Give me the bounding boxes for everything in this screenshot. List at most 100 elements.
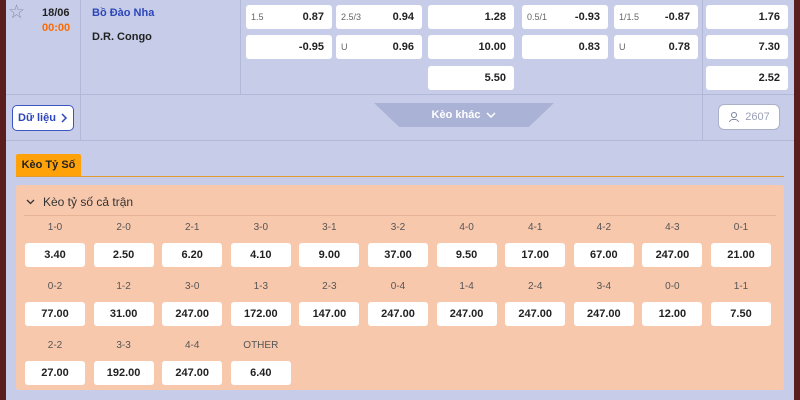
score-label: 3-3 (116, 340, 131, 351)
match-date: 18/06 (42, 7, 70, 19)
score-odds-button[interactable]: 147.00 (299, 302, 360, 326)
score-cell: 3-2 37.00 (368, 222, 428, 272)
score-cell: 2-4 247.00 (505, 281, 566, 331)
odds-button[interactable]: 1/1.5 -0.87 (614, 5, 698, 29)
odds-button[interactable]: 5.50 (428, 66, 514, 90)
team-away: D.R. Congo (92, 31, 152, 43)
row-divider (6, 140, 794, 141)
score-odds-button[interactable]: 21.00 (711, 243, 771, 267)
odds-value: 1.28 (484, 11, 506, 23)
score-label: 0-2 (47, 281, 63, 292)
score-odds-button[interactable]: 17.00 (505, 243, 566, 267)
score-odds-button[interactable]: 247.00 (162, 302, 223, 326)
odds-button[interactable]: 2.52 (706, 66, 788, 90)
odds-value: 1.76 (758, 11, 780, 23)
team-home[interactable]: Bồ Đào Nha (92, 7, 154, 19)
odds-value: -0.95 (298, 41, 324, 53)
score-odds-button[interactable]: 247.00 (162, 361, 223, 385)
panel-header[interactable]: Kèo tỷ số cả trận (26, 195, 133, 209)
more-bets-button[interactable]: Kèo khác (374, 103, 554, 127)
viewer-count-value: 2607 (745, 111, 770, 123)
odds-button[interactable]: U 0.78 (614, 35, 698, 59)
score-odds-button[interactable]: 7.50 (711, 302, 771, 326)
chevron-down-icon (26, 199, 35, 205)
score-odds-button[interactable]: 31.00 (93, 302, 154, 326)
odds-button[interactable]: -0.95 (246, 35, 332, 59)
score-cell: 2-3 147.00 (299, 281, 360, 331)
row-divider (6, 94, 794, 95)
star-icon[interactable]: ☆ (8, 3, 25, 22)
score-cell: 1-4 247.00 (436, 281, 497, 331)
score-cell: 0-1 21.00 (711, 222, 771, 272)
divider (80, 0, 81, 140)
odds-button[interactable]: 1.28 (428, 5, 514, 29)
odds-value: 0.96 (392, 41, 414, 53)
chevron-down-icon (486, 111, 496, 118)
score-odds-button[interactable]: 192.00 (93, 361, 154, 385)
score-cell: 3-0 4.10 (230, 222, 291, 272)
odds-button[interactable]: 7.30 (706, 35, 788, 59)
score-cell: 0-2 77.00 (25, 281, 85, 331)
score-label: 2-1 (184, 222, 200, 233)
score-cell: 1-0 3.40 (25, 222, 85, 272)
panel-divider (24, 215, 776, 216)
score-odds-button[interactable]: 9.50 (436, 243, 497, 267)
odds-handicap: 2.5/3 (341, 12, 362, 22)
user-icon (729, 112, 740, 123)
score-label: 2-4 (527, 281, 543, 292)
divider (240, 0, 241, 95)
score-label: 2-2 (47, 340, 63, 351)
score-label: 3-2 (390, 222, 406, 233)
odds-handicap: 1.5 (251, 12, 264, 22)
score-label: 1-4 (459, 281, 474, 292)
odds-value: 0.83 (578, 41, 600, 53)
odds-button[interactable]: 1.76 (706, 5, 788, 29)
score-odds-button[interactable]: 172.00 (230, 302, 291, 326)
score-odds-button[interactable]: 12.00 (642, 302, 703, 326)
odds-button[interactable]: 2.5/3 0.94 (336, 5, 422, 29)
panel-title: Kèo tỷ số cả trận (43, 195, 134, 209)
score-odds-button[interactable]: 9.00 (299, 243, 360, 267)
odds-handicap: U (341, 42, 348, 52)
score-cell: OTHER 6.40 (230, 340, 291, 390)
odds-button[interactable]: 0.83 (522, 35, 608, 59)
tab-correct-score[interactable]: Kèo Tỷ Số (16, 154, 81, 176)
odds-button[interactable]: 0.5/1 -0.93 (522, 5, 608, 29)
score-odds-button[interactable]: 247.00 (642, 243, 703, 267)
score-cell: 4-1 17.00 (505, 222, 566, 272)
score-odds-button[interactable]: 27.00 (25, 361, 85, 385)
odds-button[interactable]: U 0.96 (336, 35, 422, 59)
score-odds-button[interactable]: 247.00 (505, 302, 566, 326)
score-cell: 4-2 67.00 (573, 222, 634, 272)
score-odds-button[interactable]: 2.50 (93, 243, 154, 267)
score-cell: 0-4 247.00 (368, 281, 428, 331)
score-odds-button[interactable]: 6.40 (230, 361, 291, 385)
odds-value: 0.94 (392, 11, 414, 23)
odds-button[interactable]: 10.00 (428, 35, 514, 59)
score-label: 0-0 (665, 281, 680, 292)
score-odds-button[interactable]: 247.00 (436, 302, 497, 326)
score-odds-button[interactable]: 247.00 (368, 302, 428, 326)
score-cell: 0-0 12.00 (642, 281, 703, 331)
score-odds-button[interactable]: 247.00 (573, 302, 634, 326)
score-odds-button[interactable]: 67.00 (573, 243, 634, 267)
more-bets-label: Kèo khác (431, 109, 481, 121)
odds-button[interactable]: 1.5 0.87 (246, 5, 332, 29)
correct-score-panel: Kèo tỷ số cả trận 1-0 3.40 2-0 2.50 2-1 6.20 3… (16, 185, 784, 390)
score-cell: 1-3 172.00 (230, 281, 291, 331)
data-button[interactable]: Dữ liệu (12, 105, 74, 131)
score-odds-button[interactable]: 37.00 (368, 243, 428, 267)
score-odds-button[interactable]: 77.00 (25, 302, 85, 326)
score-cell: 3-4 247.00 (573, 281, 634, 331)
viewer-count: 2607 (718, 104, 780, 130)
odds-handicap: U (619, 42, 626, 52)
score-label: 4-4 (184, 340, 200, 351)
score-odds-button[interactable]: 3.40 (25, 243, 85, 267)
score-label: 2-0 (116, 222, 131, 233)
score-label: 4-0 (459, 222, 474, 233)
odds-value: -0.87 (664, 11, 690, 23)
score-cell: 4-0 9.50 (436, 222, 497, 272)
score-odds-button[interactable]: 4.10 (230, 243, 291, 267)
score-label: 0-4 (390, 281, 406, 292)
score-odds-button[interactable]: 6.20 (162, 243, 223, 267)
